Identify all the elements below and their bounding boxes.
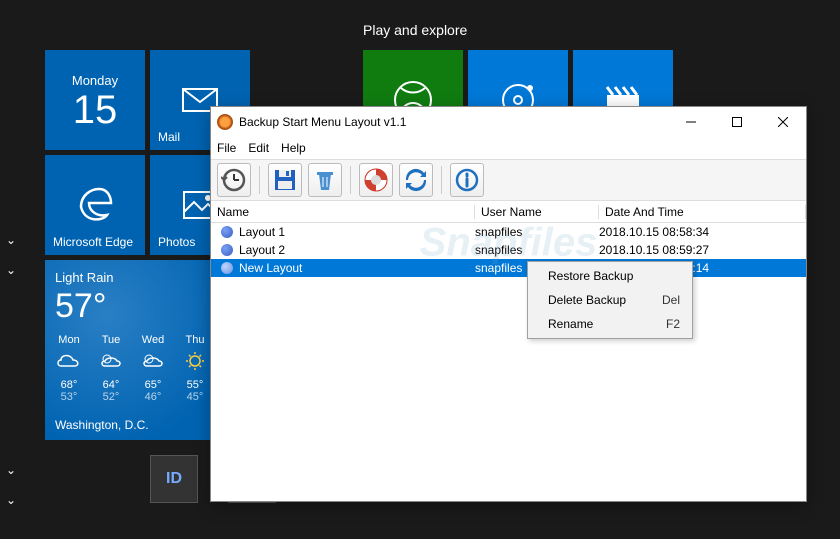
edge-tile[interactable]: Microsoft Edge bbox=[45, 155, 145, 255]
context-restore[interactable]: Restore Backup bbox=[530, 264, 690, 288]
about-button[interactable] bbox=[450, 163, 484, 197]
chevron-down-icon[interactable]: ⌄ bbox=[6, 233, 16, 247]
context-menu: Restore Backup Delete Backup Del Rename … bbox=[527, 261, 693, 339]
table-row[interactable]: New Layout snapfiles 2018.10.15 09:04:14 bbox=[211, 259, 806, 277]
partly-cloudy-icon bbox=[139, 350, 167, 372]
restore-button[interactable] bbox=[359, 163, 393, 197]
section-header: Play and explore bbox=[363, 22, 467, 38]
calendar-date: 15 bbox=[73, 88, 118, 133]
clock-arrow-icon bbox=[221, 167, 247, 193]
app-icon bbox=[217, 114, 233, 130]
refresh-icon bbox=[404, 168, 428, 192]
row-bullet-icon bbox=[221, 262, 233, 274]
forecast-day: Tue 64° 52° bbox=[97, 334, 125, 403]
chevron-down-icon[interactable]: ⌄ bbox=[6, 263, 16, 277]
column-date[interactable]: Date And Time bbox=[599, 205, 806, 219]
column-name[interactable]: Name bbox=[211, 205, 475, 219]
forecast-day: Wed 65° 46° bbox=[139, 334, 167, 403]
calendar-day: Monday bbox=[72, 73, 118, 88]
context-rename[interactable]: Rename F2 bbox=[530, 312, 690, 336]
sun-icon bbox=[181, 350, 209, 372]
row-bullet-icon bbox=[221, 244, 233, 256]
delete-button[interactable] bbox=[308, 163, 342, 197]
taskbar-app-icon[interactable]: ID bbox=[150, 455, 198, 503]
tile-label: Mail bbox=[158, 130, 180, 144]
row-bullet-icon bbox=[221, 226, 233, 238]
edge-icon bbox=[75, 185, 115, 225]
cloud-icon bbox=[55, 350, 83, 372]
chevron-down-icon[interactable]: ⌄ bbox=[6, 493, 16, 507]
minimize-button[interactable] bbox=[668, 107, 714, 137]
titlebar[interactable]: Backup Start Menu Layout v1.1 bbox=[211, 107, 806, 137]
menu-file[interactable]: File bbox=[217, 141, 236, 155]
listview-header: Name User Name Date And Time bbox=[211, 201, 806, 223]
menu-edit[interactable]: Edit bbox=[248, 141, 269, 155]
partly-cloudy-icon bbox=[97, 350, 125, 372]
forecast-day: Thu 55° 45° bbox=[181, 334, 209, 403]
save-button[interactable] bbox=[268, 163, 302, 197]
tile-label: Photos bbox=[158, 235, 195, 249]
lifebuoy-icon bbox=[363, 167, 389, 193]
weather-city: Washington, D.C. bbox=[55, 418, 149, 432]
window-title: Backup Start Menu Layout v1.1 bbox=[239, 115, 406, 129]
context-delete[interactable]: Delete Backup Del bbox=[530, 288, 690, 312]
forecast-day: Mon 68° 53° bbox=[55, 334, 83, 403]
toolbar bbox=[211, 159, 806, 201]
listview[interactable]: Name User Name Date And Time Layout 1 sn… bbox=[211, 201, 806, 277]
tile-label: Microsoft Edge bbox=[53, 235, 133, 249]
backup-button[interactable] bbox=[217, 163, 251, 197]
info-icon bbox=[455, 168, 479, 192]
table-row[interactable]: Layout 1 snapfiles 2018.10.15 08:58:34 bbox=[211, 223, 806, 241]
column-user[interactable]: User Name bbox=[475, 205, 599, 219]
table-row[interactable]: Layout 2 snapfiles 2018.10.15 08:59:27 bbox=[211, 241, 806, 259]
app-window: Backup Start Menu Layout v1.1 File Edit … bbox=[210, 106, 807, 502]
floppy-disk-icon bbox=[273, 168, 297, 192]
chevron-down-icon[interactable]: ⌄ bbox=[6, 463, 16, 477]
calendar-tile[interactable]: Monday 15 bbox=[45, 50, 145, 150]
trash-icon bbox=[313, 168, 337, 192]
menubar: File Edit Help bbox=[211, 137, 806, 159]
maximize-button[interactable] bbox=[714, 107, 760, 137]
menu-help[interactable]: Help bbox=[281, 141, 306, 155]
refresh-button[interactable] bbox=[399, 163, 433, 197]
close-button[interactable] bbox=[760, 107, 806, 137]
